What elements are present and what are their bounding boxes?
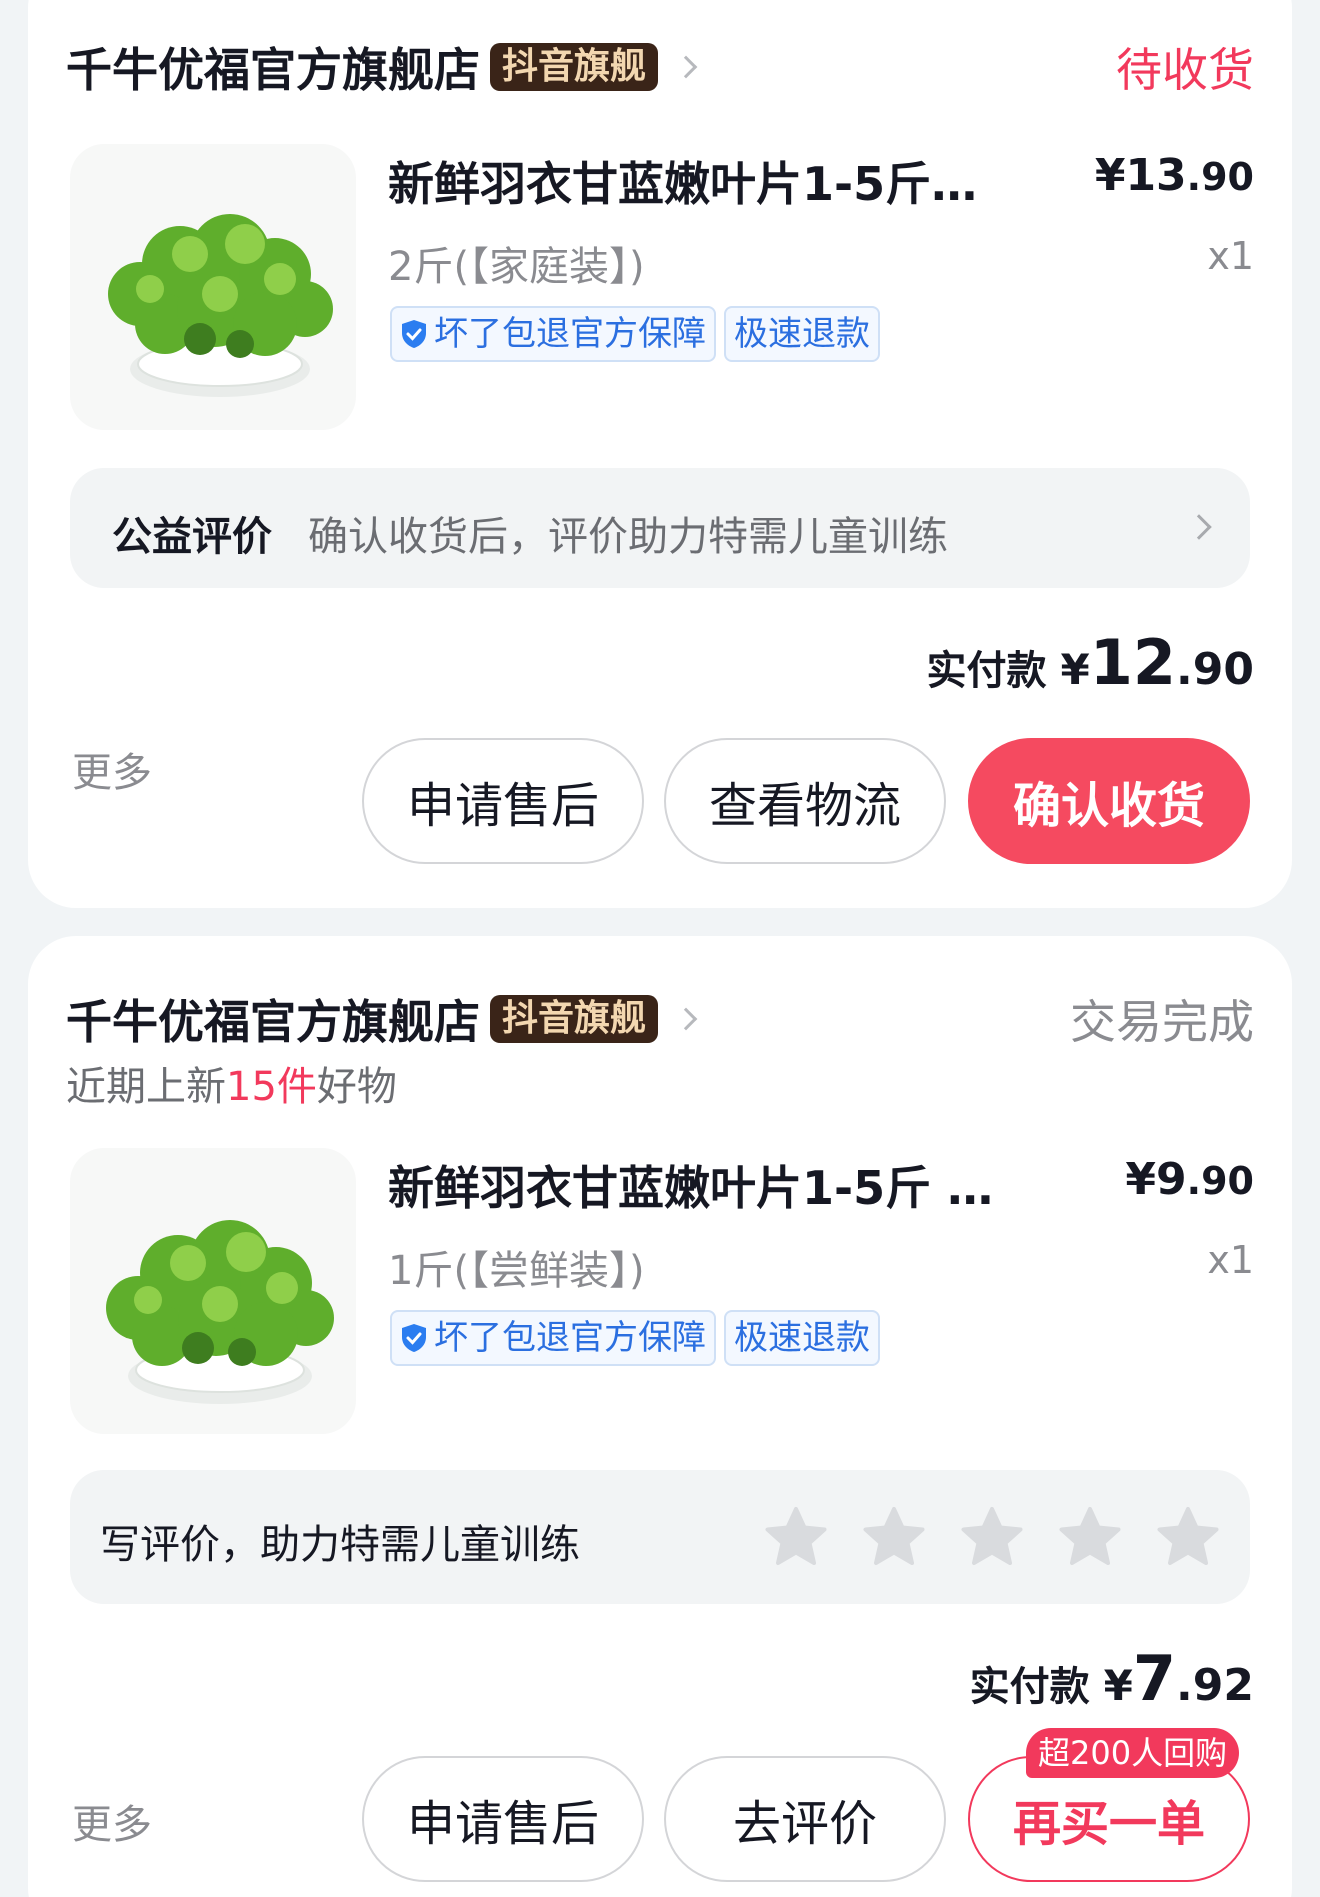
service-tags: 坏了包退官方保障 极速退款 <box>390 306 880 362</box>
paid-total: 实付款 ¥7.92 <box>970 1642 1254 1715</box>
rebuy-count-badge: 超200人回购 <box>1026 1728 1240 1778</box>
fast-refund-tag[interactable]: 极速退款 <box>724 306 880 362</box>
paid-amount: ¥7.92 <box>1103 1642 1254 1715</box>
order-status: 交易完成 <box>1070 995 1254 1049</box>
store-header[interactable]: 千牛优福官方旗舰店 抖音旗舰 <box>66 986 698 1052</box>
product-thumbnail[interactable] <box>70 144 356 430</box>
chevron-right-icon[interactable] <box>1186 514 1212 540</box>
star-rating[interactable] <box>764 1506 1220 1568</box>
strip-description: 确认收货后，评价助力特需儿童训练 <box>308 514 948 560</box>
product-title[interactable]: 新鲜羽衣甘蓝嫩叶片1-5斤 … <box>388 1152 1108 1218</box>
chevron-right-icon[interactable] <box>674 1007 698 1031</box>
shield-check-icon <box>402 1324 426 1352</box>
strip-title: 公益评价 <box>112 514 272 560</box>
service-tags: 坏了包退官方保障 极速退款 <box>390 1310 880 1366</box>
star-icon[interactable] <box>1058 1506 1122 1568</box>
more-link[interactable]: 更多 <box>72 740 152 798</box>
guarantee-tag[interactable]: 坏了包退官方保障 <box>390 1310 716 1366</box>
star-icon[interactable] <box>764 1506 828 1568</box>
order-card-1: 千牛优福官方旗舰店 抖音旗舰 待收货 新鲜羽衣甘蓝嫩叶片1-5斤… ¥13.90… <box>28 0 1292 908</box>
order-card-2: 千牛优福官方旗舰店 抖音旗舰 交易完成 近期上新15件好物 新鲜羽衣甘蓝嫩叶片1… <box>28 936 1292 1897</box>
product-variant: 1斤(【尝鲜装】) <box>388 1248 645 1294</box>
product-price: ¥9.90 <box>1125 1154 1254 1205</box>
order-status: 待收货 <box>1116 43 1254 97</box>
write-review-strip[interactable]: 写评价，助力特需儿童训练 <box>70 1470 1250 1604</box>
product-title[interactable]: 新鲜羽衣甘蓝嫩叶片1-5斤… <box>388 148 1088 214</box>
more-link[interactable]: 更多 <box>72 1792 152 1850</box>
store-name[interactable]: 千牛优福官方旗舰店 <box>66 986 480 1052</box>
fast-refund-tag[interactable]: 极速退款 <box>724 1310 880 1366</box>
shield-check-icon <box>402 320 426 348</box>
view-logistics-button[interactable]: 查看物流 <box>664 738 946 864</box>
guarantee-tag[interactable]: 坏了包退官方保障 <box>390 306 716 362</box>
store-name[interactable]: 千牛优福官方旗舰店 <box>66 34 480 100</box>
review-prompt: 写评价，助力特需儿童训练 <box>100 1522 580 1568</box>
star-icon[interactable] <box>1156 1506 1220 1568</box>
product-quantity: x1 <box>1207 234 1254 278</box>
product-variant: 2斤(【家庭装】) <box>388 244 645 290</box>
product-quantity: x1 <box>1207 1238 1254 1282</box>
product-thumbnail[interactable] <box>70 1148 356 1434</box>
star-icon[interactable] <box>960 1506 1024 1568</box>
store-badge: 抖音旗舰 <box>490 43 659 91</box>
after-sales-button[interactable]: 申请售后 <box>362 738 644 864</box>
paid-label: 实付款 <box>926 648 1047 694</box>
kale-product-image <box>108 214 333 397</box>
paid-label: 实付款 <box>969 1664 1090 1710</box>
product-price: ¥13.90 <box>1094 150 1254 201</box>
store-new-arrivals[interactable]: 近期上新15件好物 <box>66 1054 397 1112</box>
store-header[interactable]: 千牛优福官方旗舰店 抖音旗舰 <box>66 34 698 100</box>
after-sales-button[interactable]: 申请售后 <box>362 1756 644 1882</box>
star-icon[interactable] <box>862 1506 926 1568</box>
store-badge: 抖音旗舰 <box>490 995 659 1043</box>
kale-product-image <box>106 1220 334 1404</box>
write-review-button[interactable]: 去评价 <box>664 1756 946 1882</box>
paid-amount: ¥12.90 <box>1060 626 1254 699</box>
paid-total: 实付款 ¥12.90 <box>927 626 1254 699</box>
charity-review-strip[interactable]: 公益评价 确认收货后，评价助力特需儿童训练 <box>70 468 1250 588</box>
chevron-right-icon[interactable] <box>674 55 698 79</box>
confirm-receipt-button[interactable]: 确认收货 <box>968 738 1250 864</box>
